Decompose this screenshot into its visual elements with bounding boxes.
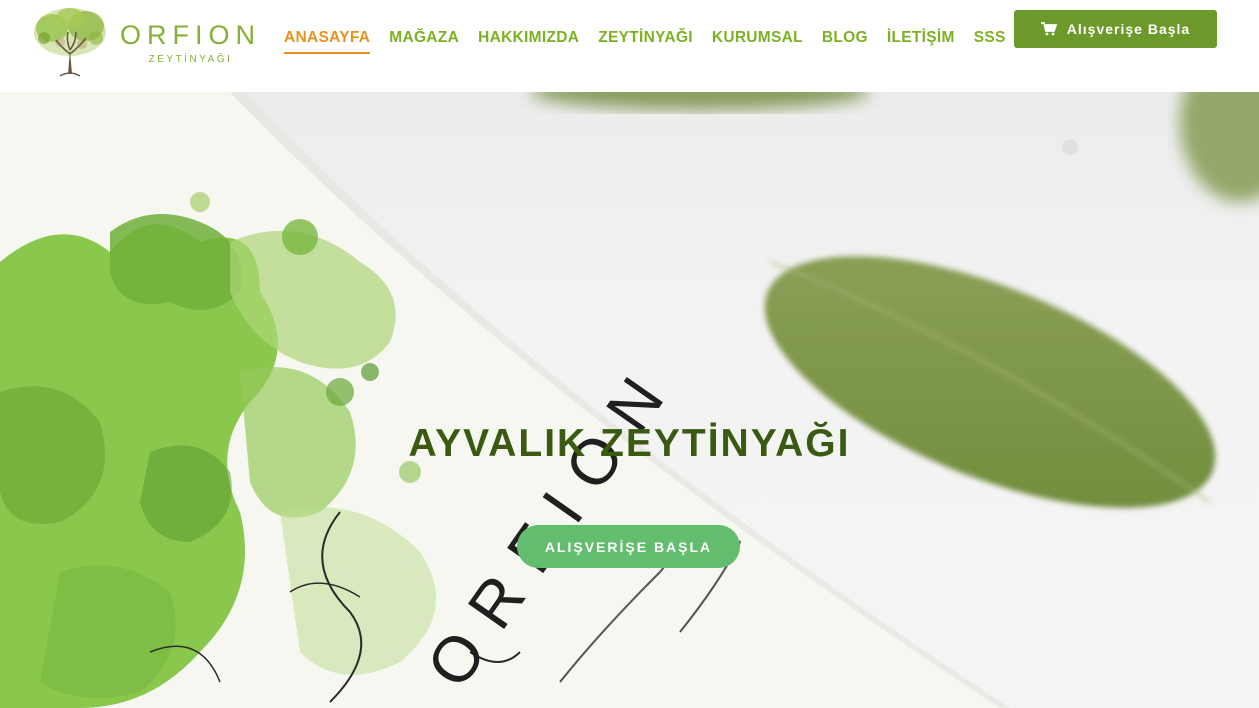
main-nav: ANASAYFA MAĞAZA HAKKIMIZDA ZEYTİNYAĞI KU… — [284, 29, 1025, 54]
hero-background-image: ORFION — [0, 92, 1259, 708]
hero-title: AYVALIK ZEYTİNYAĞI — [408, 422, 851, 465]
nav-item-magaza[interactable]: MAĞAZA — [389, 29, 459, 54]
olive-tree-logo-icon — [34, 8, 106, 77]
nav-item-zeytinyagi[interactable]: ZEYTİNYAĞI — [598, 29, 693, 54]
brand-subtitle: ZEYTİNYAĞI — [148, 54, 233, 65]
nav-item-sss[interactable]: SSS — [974, 29, 1006, 54]
header-shop-button[interactable]: Alışverişe Başla — [1014, 10, 1217, 48]
header-shop-button-label: Alışverişe Başla — [1066, 21, 1191, 37]
site-header: ORFION ZEYTİNYAĞI ANASAYFA MAĞAZA HAKKIM… — [0, 0, 1259, 92]
nav-item-anasayfa[interactable]: ANASAYFA — [284, 29, 371, 54]
nav-item-hakkimizda[interactable]: HAKKIMIZDA — [478, 29, 579, 54]
site-logo[interactable]: ORFION ZEYTİNYAĞI — [30, 4, 260, 78]
cart-icon — [1040, 22, 1057, 36]
nav-item-iletisim[interactable]: İLETİŞİM — [887, 29, 955, 54]
nav-item-kurumsal[interactable]: KURUMSAL — [712, 29, 803, 54]
nav-item-blog[interactable]: BLOG — [822, 29, 868, 54]
hero-banner: ORFION AYVALIK ZEYTİNYAĞI ALIŞVERİŞE BAŞ… — [0, 92, 1259, 708]
hero-shop-button[interactable]: ALIŞVERİŞE BAŞLA — [517, 525, 740, 568]
logo-text: ORFION ZEYTİNYAĞI — [120, 20, 261, 65]
brand-name: ORFION — [120, 20, 261, 50]
